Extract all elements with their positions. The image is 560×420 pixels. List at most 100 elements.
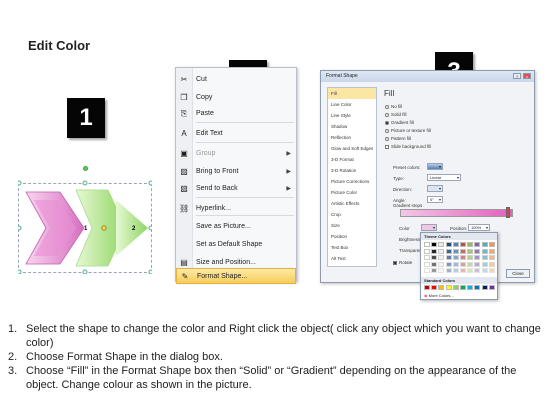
theme-color-swatch[interactable] (452, 261, 459, 267)
theme-color-swatch[interactable] (467, 248, 474, 254)
theme-color-swatch[interactable] (438, 255, 445, 260)
menu-item-bring-to-front[interactable]: ▨ Bring to Front ▶ (176, 164, 296, 180)
theme-color-swatch[interactable] (474, 268, 481, 273)
close-button[interactable]: Close (506, 269, 530, 278)
nav-item-3-d-format[interactable]: 3-D Format (328, 154, 376, 165)
standard-color-swatch[interactable] (424, 285, 430, 290)
fill-option-gradient-fill[interactable]: Gradient fill (385, 120, 414, 125)
radio-button[interactable] (385, 136, 389, 141)
checkbox[interactable] (385, 144, 389, 149)
theme-color-swatch[interactable] (474, 248, 481, 254)
fill-option-picture-or-texture-fill[interactable]: Picture or texture fill (385, 128, 431, 133)
theme-color-swatch[interactable] (438, 268, 445, 273)
theme-color-swatch[interactable] (445, 248, 452, 254)
theme-color-swatch[interactable] (467, 261, 474, 267)
standard-color-swatch[interactable] (452, 285, 459, 290)
nav-item-position[interactable]: Position (328, 231, 376, 242)
rotate-checkbox-label[interactable]: Rotate (393, 260, 412, 265)
theme-color-swatch[interactable] (474, 261, 481, 267)
theme-color-swatch[interactable] (431, 248, 438, 254)
theme-color-swatch[interactable] (452, 255, 459, 260)
theme-color-swatch[interactable] (460, 242, 466, 247)
angle-input[interactable]: 0° (427, 196, 443, 203)
menu-item-save-as-picture[interactable]: Save as Picture... (176, 219, 296, 235)
theme-color-swatch[interactable] (488, 261, 495, 267)
fill-option-no-fill[interactable]: No fill (385, 104, 402, 109)
theme-color-swatch[interactable] (452, 268, 459, 273)
theme-color-swatch[interactable] (431, 255, 438, 260)
theme-color-swatch[interactable] (481, 242, 488, 247)
arrow-shapes[interactable]: 1 2 (18, 180, 152, 274)
direction-dropdown[interactable] (427, 185, 443, 192)
standard-color-swatch[interactable] (467, 285, 474, 290)
theme-color-swatch[interactable] (445, 255, 452, 260)
radio-button[interactable] (385, 120, 389, 125)
standard-color-swatch[interactable] (438, 285, 445, 290)
theme-color-swatch[interactable] (474, 255, 481, 260)
fill-option-slide-background-fill[interactable]: Slide background fill (385, 144, 431, 149)
theme-color-swatch[interactable] (488, 268, 495, 273)
position-input[interactable]: 100% (468, 224, 490, 231)
standard-color-swatch[interactable] (481, 285, 488, 290)
theme-color-swatch[interactable] (460, 255, 466, 260)
menu-item-copy[interactable]: ❐ Copy (176, 90, 296, 106)
nav-item-text-box[interactable]: Text Box (328, 242, 376, 253)
theme-color-swatch[interactable] (481, 248, 488, 254)
nav-item-picture-color[interactable]: Picture Color (328, 187, 376, 198)
theme-color-swatch[interactable] (438, 248, 445, 254)
gradient-stop-handle[interactable] (506, 207, 510, 218)
nav-item-size[interactable]: Size (328, 220, 376, 231)
nav-item-shadow[interactable]: Shadow (328, 121, 376, 132)
theme-color-swatch[interactable] (452, 242, 459, 247)
theme-color-swatch[interactable] (445, 261, 452, 267)
theme-color-swatch[interactable] (474, 242, 481, 247)
close-icon[interactable]: x (523, 73, 531, 79)
theme-color-swatch[interactable] (424, 248, 430, 254)
radio-button[interactable] (385, 104, 389, 109)
theme-color-swatch[interactable] (488, 255, 495, 260)
theme-color-swatch[interactable] (424, 255, 430, 260)
preset-colors-dropdown[interactable] (427, 163, 443, 170)
theme-color-swatch[interactable] (460, 268, 466, 273)
type-dropdown[interactable]: Linear (427, 174, 461, 181)
standard-color-swatch[interactable] (488, 285, 495, 290)
theme-color-swatch[interactable] (452, 248, 459, 254)
theme-color-swatch[interactable] (424, 268, 430, 273)
theme-color-swatch[interactable] (460, 248, 466, 254)
theme-color-swatch[interactable] (431, 242, 438, 247)
theme-color-swatch[interactable] (481, 261, 488, 267)
menu-item-cut[interactable]: ✂ Cut (176, 72, 296, 88)
color-dropdown[interactable] (421, 224, 437, 231)
theme-color-swatch[interactable] (431, 268, 438, 273)
theme-color-swatch[interactable] (488, 242, 495, 247)
theme-color-swatch[interactable] (467, 242, 474, 247)
menu-item-send-to-back[interactable]: ▧ Send to Back ▶ (176, 181, 296, 197)
menu-item-set-as-default-shape[interactable]: Set as Default Shape (176, 237, 296, 253)
fill-option-solid-fill[interactable]: Solid fill (385, 112, 407, 117)
standard-color-swatch[interactable] (460, 285, 466, 290)
fill-option-pattern-fill[interactable]: Pattern fill (385, 136, 411, 141)
nav-item-line-color[interactable]: Line Color (328, 99, 376, 110)
menu-item-edit-text[interactable]: A Edit Text (176, 126, 296, 142)
nav-item-alt-text[interactable]: Alt Text (328, 253, 376, 264)
theme-color-swatch[interactable] (424, 242, 430, 247)
nav-item-picture-corrections[interactable]: Picture Corrections (328, 176, 376, 187)
theme-color-swatch[interactable] (424, 261, 430, 267)
help-button[interactable]: ? (513, 73, 521, 79)
theme-color-swatch[interactable] (445, 242, 452, 247)
shape-selection-area[interactable]: 1 2 (18, 166, 152, 274)
theme-color-swatch[interactable] (438, 242, 445, 247)
menu-item-paste[interactable]: ⎘ Paste (176, 106, 296, 122)
standard-color-swatch[interactable] (445, 285, 452, 290)
radio-button[interactable] (385, 128, 389, 133)
theme-color-swatch[interactable] (467, 268, 474, 273)
nav-item-crop[interactable]: Crop (328, 209, 376, 220)
theme-color-swatch[interactable] (445, 268, 452, 273)
gradient-stops-bar[interactable] (400, 209, 513, 217)
nav-item-artistic-effects[interactable]: Artistic Effects (328, 198, 376, 209)
theme-color-swatch[interactable] (460, 261, 466, 267)
nav-item-fill[interactable]: Fill (328, 88, 376, 99)
theme-color-swatch[interactable] (431, 261, 438, 267)
theme-color-swatch[interactable] (438, 261, 445, 267)
rotation-handle[interactable] (83, 166, 88, 171)
